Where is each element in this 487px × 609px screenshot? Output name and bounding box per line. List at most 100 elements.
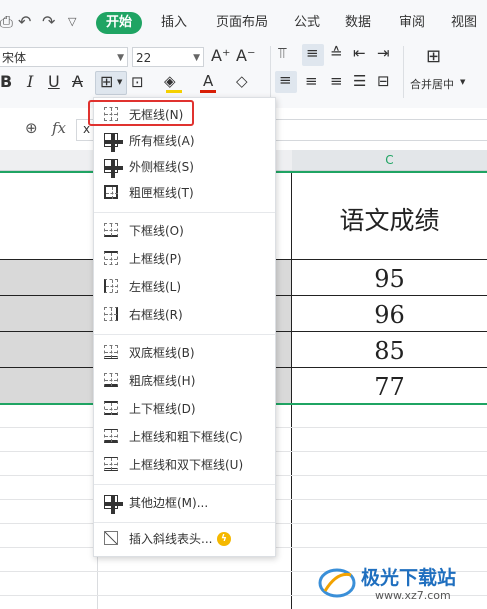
- menu-item-label: 粗底框线(H): [129, 374, 196, 388]
- tab-formulas[interactable]: 公式: [294, 12, 320, 34]
- right-border-icon: [104, 307, 118, 321]
- distributed-align-icon[interactable]: ⊟: [377, 72, 390, 90]
- align-left-button[interactable]: ≡: [275, 71, 297, 93]
- menu-item-label: 上框线和粗下框线(C): [129, 430, 243, 444]
- column-header-c[interactable]: C: [292, 150, 487, 170]
- justify-icon[interactable]: ☰: [353, 72, 366, 90]
- align-center-icon[interactable]: ≡: [305, 72, 318, 90]
- underline-icon[interactable]: U: [48, 72, 60, 91]
- redo-icon[interactable]: ↷: [42, 12, 55, 31]
- increase-indent-icon[interactable]: ⇥: [377, 44, 390, 62]
- menu-item-thick-box-border[interactable]: 粗匣框线(T): [94, 180, 275, 206]
- thick-box-border-icon: [104, 185, 118, 199]
- tab-review[interactable]: 审阅: [399, 12, 425, 34]
- menu-item-label: 上下框线(D): [129, 402, 196, 416]
- menu-item-right-border[interactable]: 右框线(R): [94, 302, 275, 328]
- top-thick-bottom-border-icon: [104, 429, 118, 443]
- menu-item-label: 右框线(R): [129, 308, 183, 322]
- watermark-url: www.xz7.com: [375, 589, 451, 602]
- cell-score: 95: [374, 265, 405, 293]
- merge-cells-icon: ⊞: [426, 46, 442, 67]
- align-left-icon: ≡: [279, 71, 292, 89]
- merge-center-label: 合并居中: [410, 78, 454, 91]
- chevron-down-icon: ▼: [460, 78, 466, 86]
- clear-format-icon[interactable]: ◇: [236, 72, 248, 90]
- menu-item-top-thick-bottom-border[interactable]: 上框线和粗下框线(C): [94, 424, 275, 450]
- menu-item-left-border[interactable]: 左框线(L): [94, 274, 275, 300]
- font-name-value: 宋体: [2, 51, 27, 65]
- ribbon: ⎙ ↶ ↷ ▽ 开始 插入 页面布局 公式 数据 审阅 视图 宋体 ▼ 22 ▼…: [0, 0, 487, 109]
- chevron-down-icon: ▼: [117, 78, 123, 86]
- double-bottom-border-icon: [104, 345, 118, 359]
- menu-item-more-borders[interactable]: 其他边框(M)...: [94, 490, 275, 516]
- menu-item-top-bottom-border[interactable]: 上下框线(D): [94, 396, 275, 422]
- tab-view[interactable]: 视图: [451, 12, 477, 34]
- font-name-select[interactable]: 宋体 ▼: [0, 47, 128, 67]
- menu-item-top-double-bottom-border[interactable]: 上框线和双下框线(U): [94, 452, 275, 478]
- align-bottom-icon[interactable]: ≙: [330, 44, 343, 62]
- column-header-c-label: C: [385, 153, 394, 167]
- fx-label[interactable]: fx: [52, 119, 66, 137]
- watermark-title: 极光下载站: [361, 567, 457, 589]
- menu-separator: [94, 522, 275, 523]
- menu-item-label: 外侧框线(S): [129, 160, 194, 174]
- align-right-icon[interactable]: ≡: [330, 72, 343, 90]
- borders-button[interactable]: ⊞ ▼: [95, 71, 127, 95]
- tab-insert[interactable]: 插入: [161, 12, 187, 34]
- chevron-down-icon: ▼: [193, 53, 200, 63]
- align-middle-button[interactable]: ≡: [302, 44, 324, 66]
- outside-borders-icon: [104, 159, 123, 178]
- premium-badge-icon: ϟ: [217, 532, 231, 546]
- menu-item-top-border[interactable]: 上框线(P): [94, 246, 275, 272]
- tab-page-layout[interactable]: 页面布局: [216, 12, 268, 34]
- top-double-bottom-border-icon: [104, 457, 118, 471]
- top-bottom-border-icon: [104, 401, 118, 415]
- borders-icon: ⊞: [100, 72, 114, 91]
- menu-item-label: 其他边框(M)...: [129, 496, 209, 510]
- menu-item-label: 上框线和双下框线(U): [129, 458, 244, 472]
- align-middle-icon: ≡: [306, 44, 319, 62]
- cell-score: 96: [374, 301, 405, 329]
- increase-font-size-icon[interactable]: A⁺: [211, 46, 230, 65]
- menu-item-thick-bottom-border[interactable]: 粗底框线(H): [94, 368, 275, 394]
- borders-dropdown-menu: 无框线(N) 所有框线(A) 外侧框线(S) 粗匣框线(T) 下框线(O) 上框…: [93, 97, 276, 557]
- zoom-search-icon[interactable]: ⊕: [25, 119, 38, 137]
- align-top-icon[interactable]: ⫪: [278, 44, 286, 62]
- tab-home[interactable]: 开始: [96, 12, 143, 34]
- undo-icon[interactable]: ↶: [18, 12, 31, 31]
- menu-item-bottom-border[interactable]: 下框线(O): [94, 218, 275, 244]
- decrease-font-size-icon[interactable]: A⁻: [236, 46, 255, 65]
- menu-separator: [94, 484, 275, 485]
- menu-item-outside-borders[interactable]: 外侧框线(S): [94, 154, 275, 180]
- tab-data[interactable]: 数据: [345, 12, 371, 34]
- menu-item-diagonal-header[interactable]: 插入斜线表头... ϟ: [94, 526, 275, 552]
- fill-color-swatch: [166, 90, 182, 93]
- merge-center-button[interactable]: ⊞ 合并居中 ▼: [408, 44, 483, 96]
- watermark-logo-icon: [318, 568, 356, 598]
- menu-separator: [94, 212, 275, 213]
- menu-item-label: 下框线(O): [129, 224, 184, 238]
- menu-separator: [94, 334, 275, 335]
- italic-icon[interactable]: I: [27, 72, 33, 91]
- customize-quick-access-icon[interactable]: ▽: [68, 15, 76, 28]
- menu-item-label: 左框线(L): [129, 280, 182, 294]
- menu-item-all-borders[interactable]: 所有框线(A): [94, 128, 275, 154]
- ribbon-divider: [403, 46, 404, 98]
- font-size-select[interactable]: 22 ▼: [132, 47, 204, 67]
- print-preview-icon[interactable]: ⎙: [0, 12, 13, 32]
- cell-score: 77: [374, 373, 405, 401]
- font-color-icon[interactable]: A: [203, 72, 213, 90]
- cell-style-icon[interactable]: ⊡: [131, 73, 144, 91]
- left-border-icon: [104, 279, 118, 293]
- decrease-indent-icon[interactable]: ⇤: [353, 44, 366, 62]
- thick-bottom-border-icon: [104, 373, 118, 387]
- ribbon-tabs: ⎙ ↶ ↷ ▽ 开始 插入 页面布局 公式 数据 审阅 视图: [0, 0, 487, 44]
- bold-icon[interactable]: B: [0, 72, 12, 91]
- strikethrough-icon[interactable]: A: [72, 72, 83, 91]
- font-size-value: 22: [136, 51, 152, 65]
- font-color-swatch: [200, 90, 216, 93]
- chevron-down-icon: ▼: [117, 53, 124, 63]
- diagonal-header-icon: [104, 531, 118, 545]
- menu-item-double-bottom-border[interactable]: 双底框线(B): [94, 340, 275, 366]
- fill-color-icon[interactable]: ◈: [164, 72, 176, 90]
